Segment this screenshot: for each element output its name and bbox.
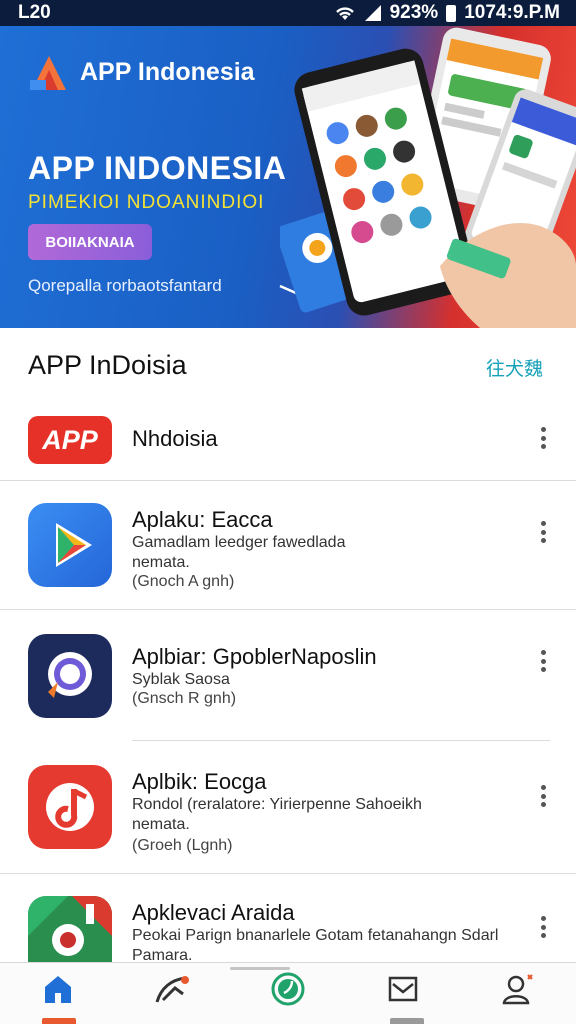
section-title: APP InDoisia	[28, 350, 187, 380]
battery-percent: 923%	[389, 2, 439, 23]
more-options-icon[interactable]	[536, 650, 550, 672]
app-meta: (Gnsch R gnh)	[132, 690, 237, 707]
app-description: Syblak Saosa	[132, 671, 230, 688]
nav-apps[interactable]	[258, 964, 318, 1014]
app-name: Aplbik: Eocga	[132, 769, 267, 794]
compass-icon	[28, 634, 112, 718]
music-icon	[28, 765, 112, 849]
app-list-item[interactable]: Aplaku: Eacca Gamadlam leedger fawedlada…	[0, 481, 576, 609]
app-meta: (Gnoch A gnh)	[132, 573, 235, 590]
app-description: Peokai Parign bnanarlele Gotam fetanahan…	[132, 927, 499, 962]
status-bar: L20 923% 1074:9.P.M	[0, 0, 576, 26]
nav-profile[interactable]	[488, 964, 548, 1014]
app-name: Aplbiar: GpoblerNaposlin	[132, 644, 377, 669]
battery-icon	[446, 4, 457, 22]
app-meta: (Groeh (Lgnh)	[132, 837, 233, 854]
more-options-icon[interactable]	[536, 916, 550, 938]
app-list-item[interactable]: Aplbiar: GpoblerNaposlin Syblak Saosa (G…	[0, 610, 576, 740]
app-logo-text: APP	[42, 424, 98, 455]
nav-active-indicator	[42, 1018, 76, 1024]
more-options-icon[interactable]	[536, 427, 550, 449]
status-right: 923% 1074:9.P.M	[334, 2, 560, 24]
app-brand-logo-icon	[30, 56, 66, 90]
home-icon	[44, 975, 71, 1003]
wifi-icon	[335, 7, 354, 20]
status-time: 1074:9.P.M	[464, 2, 560, 23]
nav-explore[interactable]	[143, 964, 203, 1014]
drag-handle	[230, 967, 290, 970]
phones-illustration	[280, 27, 576, 328]
more-options-icon[interactable]	[536, 785, 550, 807]
play-store-icon	[28, 503, 112, 587]
banner-app-name: APP Indonesia	[80, 58, 255, 86]
nav-indicator	[390, 1018, 424, 1024]
app-name: Aplaku: Eacca	[132, 507, 273, 532]
game-icon	[28, 896, 112, 962]
signal-icon	[364, 5, 381, 21]
banner-cta-button[interactable]: BOIIAKNAIA	[28, 224, 152, 260]
section-see-all-link[interactable]: 往犬魏	[486, 354, 543, 381]
promo-banner[interactable]: APP Indonesia APP INDONESIA PIMEKIOI NDO…	[0, 26, 576, 328]
banner-title: APP INDONESIA	[28, 150, 287, 186]
mail-icon	[388, 976, 418, 1001]
nav-messages[interactable]	[373, 964, 433, 1014]
app-logo-icon: APP	[28, 416, 112, 464]
nav-home[interactable]	[28, 964, 88, 1014]
app-description: Rondol (reralatore: Yirierpenne Sahoeikh…	[132, 796, 422, 833]
app-list-item[interactable]: Apklevaci Araida Peokai Parign bnanarlel…	[0, 874, 576, 962]
app-list-item[interactable]: APP Nhdoisia	[0, 404, 576, 480]
status-left-text: L20	[18, 2, 51, 23]
profile-icon	[502, 973, 534, 1004]
app-name: Nhdoisia	[132, 426, 218, 451]
apps-icon	[271, 972, 305, 1005]
explore-icon	[155, 975, 189, 1002]
app-name: Apklevaci Araida	[132, 900, 295, 925]
banner-caption: Qorepalla rorbaotsfantard	[28, 276, 222, 295]
bottom-navigation	[0, 962, 576, 1024]
app-description: Gamadlam leedger fawedlada nemata.	[132, 534, 346, 571]
more-options-icon[interactable]	[536, 521, 550, 543]
app-list-item[interactable]: Aplbik: Eocga Rondol (reralatore: Yirier…	[0, 741, 576, 873]
banner-subtitle: PIMEKIOI NDOANINDIOI	[28, 192, 265, 213]
